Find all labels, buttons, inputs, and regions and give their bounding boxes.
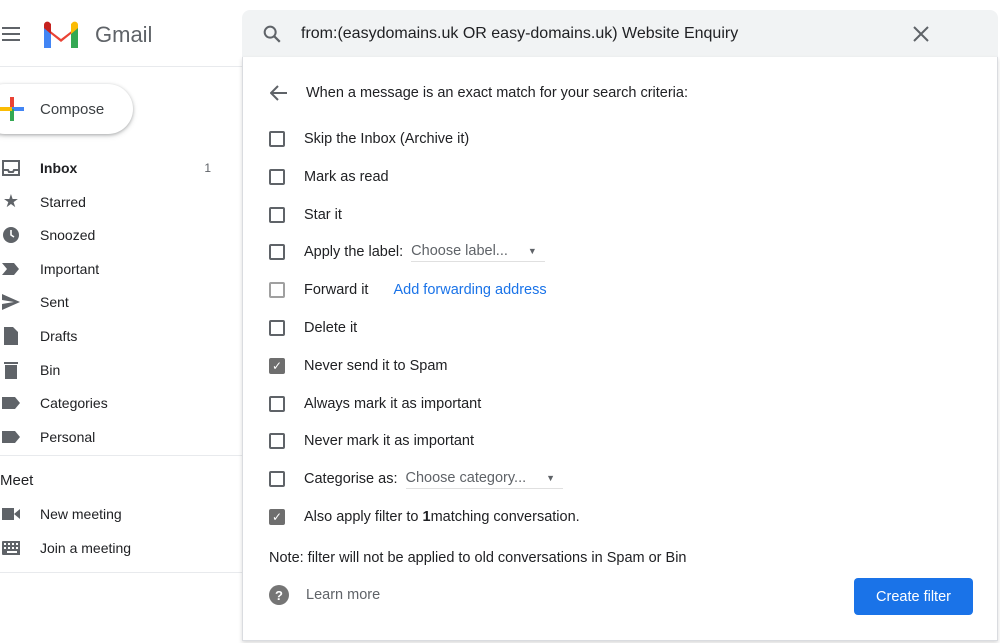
option-label: Also apply filter to [304,509,419,525]
inbox-icon [2,159,20,177]
video-icon [2,505,20,523]
filter-option: Mark as read [269,165,389,189]
search-bar[interactable]: from:(easydomains.uk OR easy-domains.uk)… [242,10,998,57]
option-label: Mark as read [304,168,389,185]
checkbox[interactable]: ✓ [269,509,285,525]
sidebar-item-label: Snoozed [40,227,96,244]
filter-option: Categorise as: Choose category... ▼ [269,467,564,491]
sidebar-item-starred[interactable]: ★ Starred [0,186,240,218]
select-value: Choose category... [405,469,527,486]
sidebar-item-personal[interactable]: Personal [0,421,240,453]
sidebar-item-join-a-meeting[interactable]: Join a meeting [0,532,240,564]
label-icon [2,428,20,446]
label-icon [2,394,20,412]
sidebar-item-label: Inbox [40,160,78,176]
option-label: Always mark it as important [304,395,482,412]
sidebar-item-label: Categories [40,395,108,412]
add-forwarding-address-link[interactable]: Add forwarding address [393,282,546,298]
filter-option: Delete it [269,316,357,340]
gmail-brand: Gmail [95,22,153,47]
checkbox[interactable] [269,244,285,261]
checkbox[interactable]: ✓ [269,357,285,374]
sidebar-item-label: Important [40,260,100,277]
option-label: Skip the Inbox (Archive it) [304,131,470,147]
main-menu-button[interactable] [2,27,20,41]
option-label: Forward it [304,282,369,299]
back-arrow-icon[interactable] [270,85,288,101]
caret-down-icon: ▼ [527,245,537,256]
sidebar-item-label: Drafts [40,328,78,344]
filter-option: Star it [269,203,342,227]
option-label: Never send it to Spam [304,357,448,374]
meet-heading: Meet [0,472,34,489]
checkbox[interactable] [269,320,285,336]
plus-icon [0,97,24,121]
checkbox[interactable] [269,395,285,412]
filter-panel: When a message is an exact match for you… [242,57,998,641]
caret-down-icon: ▼ [546,472,556,483]
learn-more-link[interactable]: ? Learn more [269,585,380,605]
close-icon[interactable] [913,26,929,42]
option-label: Apply the label: [304,244,404,261]
clock-icon [2,226,20,244]
sidebar-item-label: Join a meeting [40,539,132,556]
search-icon[interactable] [261,23,283,45]
filter-heading: When a message is an exact match for you… [306,85,688,101]
search-input[interactable]: from:(easydomains.uk OR easy-domains.uk)… [301,25,738,43]
filter-option: Forward it Add forwarding address [269,278,547,302]
select-dropdown[interactable]: Choose label... ▼ [411,243,545,262]
trash-icon [2,361,20,379]
sidebar-item-inbox[interactable]: Inbox 1 [0,152,240,184]
sidebar-item-label: Starred [40,193,86,210]
filter-option: Skip the Inbox (Archive it) [269,127,469,151]
draft-icon [2,327,20,345]
star-icon: ★ [2,191,20,212]
divider [0,455,242,456]
compose-label: Compose [40,100,105,118]
filter-option: ✓ Also apply filter to 1 matching convers… [269,505,580,529]
filter-note: Note: filter will not be applied to old … [269,550,687,566]
filter-option: Always mark it as important [269,392,481,416]
select-dropdown[interactable]: Choose category... ▼ [405,469,564,489]
sidebar-item-bin[interactable]: Bin [0,354,240,386]
option-label: Never mark it as important [304,433,475,450]
keyboard-icon [2,539,20,557]
select-value: Choose label... [411,242,508,259]
sidebar-item-sent[interactable]: Sent [0,286,240,318]
sidebar-item-drafts[interactable]: Drafts [0,320,240,352]
learn-more-label: Learn more [306,587,381,603]
create-filter-button[interactable]: Create filter [854,578,973,615]
checkbox[interactable] [269,471,285,488]
sidebar-item-snoozed[interactable]: Snoozed [0,219,240,251]
sidebar-item-new-meeting[interactable]: New meeting [0,498,240,530]
filter-option: Never mark it as important [269,429,474,453]
option-label: Delete it [304,320,358,336]
sidebar-item-label: New meeting [40,506,122,522]
option-suffix: matching conversation. [430,509,580,525]
checkbox[interactable] [269,131,285,147]
help-icon: ? [269,585,289,605]
option-label: Categorise as: [304,471,398,488]
filter-option: ✓ Never send it to Spam [269,354,447,378]
divider [0,66,242,67]
option-label: Star it [304,206,342,223]
sidebar-item-label: Personal [40,428,96,445]
checkbox[interactable] [269,433,285,450]
filter-option: Apply the label: Choose label... ▼ [269,240,545,264]
important-icon [2,260,20,278]
checkbox[interactable] [269,206,285,223]
unread-count: 1 [204,161,211,175]
send-icon [2,293,20,311]
sidebar-item-important[interactable]: Important [0,253,240,285]
checkbox[interactable] [269,168,285,185]
sidebar-item-label: Sent [40,294,69,311]
sidebar-item-categories[interactable]: Categories [0,387,240,419]
checkbox[interactable] [269,282,285,299]
divider [0,572,242,573]
sidebar-item-label: Bin [40,361,61,378]
gmail-logo [44,21,78,48]
match-count: 1 [422,509,431,525]
